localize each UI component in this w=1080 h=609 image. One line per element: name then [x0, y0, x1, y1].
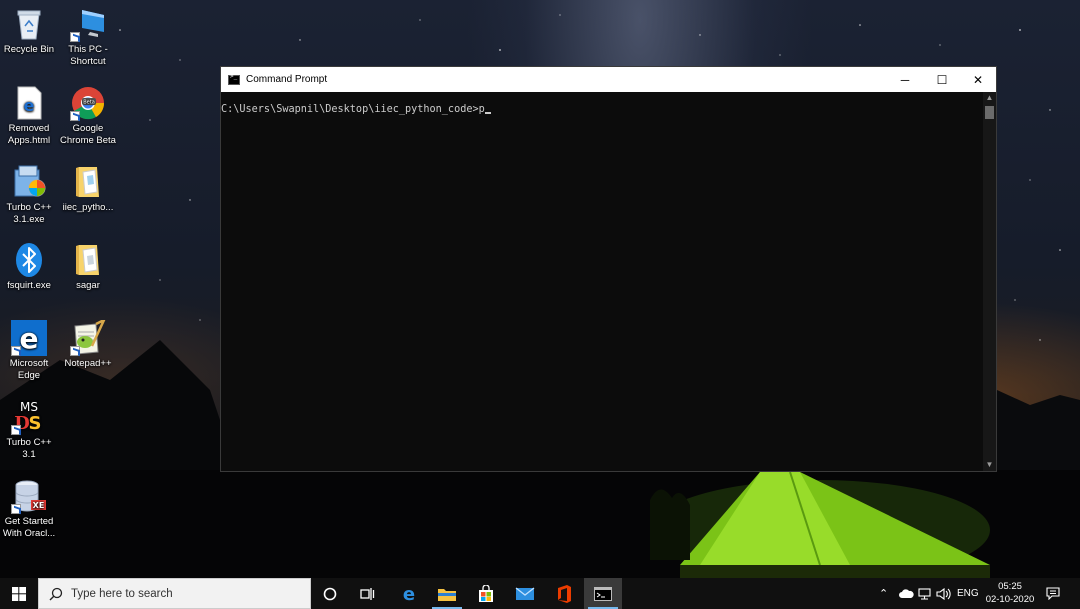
svg-text:S: S: [29, 413, 42, 434]
svg-text:e: e: [24, 96, 35, 115]
store-icon: [479, 584, 493, 602]
windows-logo-icon: [12, 586, 26, 601]
desktop-icon-label: Notepad++: [64, 358, 112, 369]
desktop-icon-turbo-cpp-exe[interactable]: Turbo C++ 3.1.exe: [0, 164, 58, 225]
window-title: Command Prompt: [246, 74, 328, 85]
shortcut-arrow-icon: [70, 111, 80, 121]
desktop-icon-turbo-cpp[interactable]: MS D S Turbo C++ 3.1: [0, 399, 58, 460]
taskbar-store[interactable]: [467, 578, 505, 609]
tray-language[interactable]: ENG: [957, 578, 979, 609]
desktop-icon-label: Google Chrome Beta: [60, 123, 116, 146]
console-output[interactable]: C:\Users\Swapnil\Desktop\iiec_python_cod…: [221, 92, 983, 471]
desktop-icon-label: fsquirt.exe: [7, 280, 51, 291]
cmd-icon: [228, 73, 240, 85]
console-prompt: C:\Users\Swapnil\Desktop\iiec_python_cod…: [221, 104, 479, 115]
shortcut-arrow-icon: [11, 425, 21, 435]
notification-icon: [1046, 587, 1060, 600]
desktop-icon-oracle[interactable]: XE Get Started With Oracl...: [0, 478, 58, 539]
shortcut-arrow-icon: [11, 346, 21, 356]
network-icon: [918, 587, 931, 600]
tray-onedrive[interactable]: [898, 578, 914, 609]
start-button[interactable]: [0, 578, 38, 609]
taskbar-edge[interactable]: e: [390, 578, 428, 609]
shortcut-arrow-icon: [70, 346, 80, 356]
office-icon: [558, 584, 571, 603]
tray-network[interactable]: [918, 578, 932, 609]
desktop-icon-label: Turbo C++ 3.1.exe: [6, 202, 52, 225]
tray-action-center[interactable]: [1046, 578, 1060, 609]
taskbar-task-view[interactable]: [349, 578, 387, 609]
onedrive-cloud-icon: [899, 588, 914, 598]
edge-document-icon: e: [17, 86, 42, 120]
taskbar-office[interactable]: [545, 578, 583, 609]
taskbar-command-prompt[interactable]: [584, 578, 622, 609]
desktop-icon-removed-apps[interactable]: e Removed Apps.html: [0, 85, 58, 146]
taskbar-mail[interactable]: [506, 578, 544, 609]
desktop-icon-sagar[interactable]: sagar: [59, 242, 117, 292]
shortcut-arrow-icon: [70, 32, 80, 42]
taskbar: Type here to search e ⌃ ENG 05:25 02-10-…: [0, 578, 1080, 609]
scroll-thumb[interactable]: [985, 106, 994, 119]
desktop-icon-label: iiec_pytho...: [62, 202, 114, 213]
desktop-icon-fsquirt[interactable]: fsquirt.exe: [0, 242, 58, 292]
desktop-icon-label: Removed Apps.html: [7, 123, 51, 146]
minimize-button[interactable]: ─: [887, 67, 923, 92]
folder-icon: [76, 245, 99, 275]
desktop-icon-recycle-bin[interactable]: Recycle Bin: [0, 6, 58, 56]
ms-badge: MS: [20, 400, 38, 414]
cmd-icon: [594, 586, 612, 601]
desktop-icon-label: Get Started With Oracl...: [2, 516, 56, 539]
chevron-up-icon: ⌃: [879, 588, 889, 600]
bluetooth-icon: [16, 243, 42, 277]
text-cursor: [484, 112, 491, 114]
clock-date: 02-10-2020: [985, 594, 1035, 605]
shortcut-arrow-icon: [11, 504, 21, 514]
speaker-icon: [936, 587, 951, 600]
beta-badge: Beta: [83, 100, 95, 106]
file-explorer-icon: [438, 588, 456, 601]
svg-text:e: e: [20, 322, 39, 355]
desktop-icon-notepad-plus-plus[interactable]: Notepad++: [59, 317, 117, 370]
desktop-icon-this-pc[interactable]: This PC - Shortcut: [59, 6, 117, 67]
scroll-down-icon[interactable]: ▼: [983, 459, 996, 471]
recycle-bin-icon: [17, 10, 41, 40]
desktop-icon-label: Microsoft Edge: [9, 358, 49, 381]
taskbar-file-explorer[interactable]: [428, 578, 466, 609]
desktop-icon-label: This PC - Shortcut: [68, 44, 108, 67]
folder-icon: [76, 167, 99, 197]
tray-volume[interactable]: [936, 578, 952, 609]
desktop-icon-microsoft-edge[interactable]: e Microsoft Edge: [0, 320, 58, 381]
vertical-scrollbar[interactable]: ▲ ▼: [983, 92, 996, 471]
tray-clock[interactable]: 05:25 02-10-2020: [982, 580, 1038, 606]
turbo-cpp-installer-icon: [14, 165, 46, 197]
command-prompt-window[interactable]: Command Prompt ─ ☐ ✕ C:\Users\Swapnil\De…: [220, 66, 997, 472]
taskbar-search-box[interactable]: Type here to search: [38, 578, 311, 609]
close-button[interactable]: ✕: [960, 67, 996, 92]
mail-icon: [515, 586, 535, 600]
desktop-icon-label: sagar: [76, 280, 100, 291]
taskbar-cortana[interactable]: [311, 578, 349, 609]
desktop-icon-iiec-python[interactable]: iiec_pytho...: [59, 164, 117, 214]
svg-text:e: e: [403, 585, 415, 603]
search-placeholder: Type here to search: [71, 587, 173, 600]
scroll-up-icon[interactable]: ▲: [983, 92, 996, 104]
desktop-icon-chrome-beta[interactable]: Beta Google Chrome Beta: [59, 85, 117, 146]
search-icon: [49, 587, 63, 600]
xe-badge: XE: [33, 501, 45, 510]
cortana-circle-icon: [323, 587, 337, 600]
window-titlebar[interactable]: Command Prompt ─ ☐ ✕: [221, 67, 996, 92]
desktop-icon-label: Turbo C++ 3.1: [6, 437, 52, 460]
clock-time: 05:25: [998, 581, 1022, 592]
tray-show-hidden[interactable]: ⌃: [879, 578, 888, 609]
task-view-icon: [360, 587, 375, 600]
desktop-icon-label: Recycle Bin: [3, 44, 55, 55]
edge-icon: e: [403, 585, 415, 603]
maximize-button[interactable]: ☐: [924, 67, 960, 92]
